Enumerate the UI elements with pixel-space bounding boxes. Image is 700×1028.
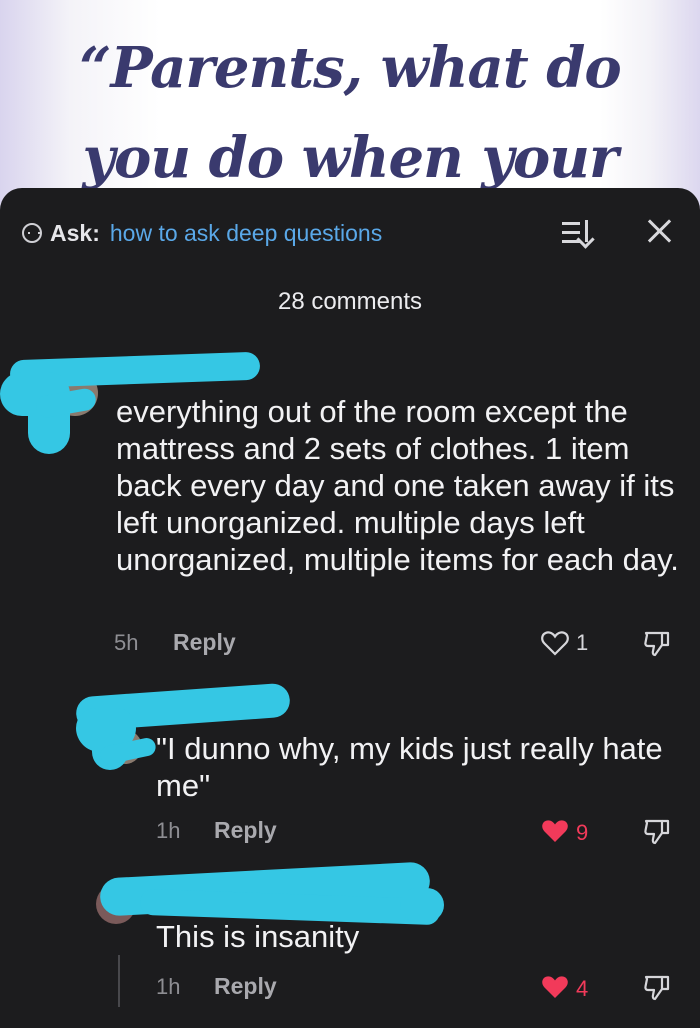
comment-text: everything out of the room except the ma… bbox=[116, 394, 679, 577]
comment-bubble-icon bbox=[22, 223, 42, 243]
heart-icon[interactable] bbox=[541, 630, 569, 656]
ask-label: Ask: bbox=[50, 219, 100, 246]
close-icon[interactable] bbox=[643, 214, 677, 248]
dislike-icon[interactable] bbox=[642, 972, 672, 1002]
comment-time: 5h bbox=[114, 630, 139, 655]
dislike-icon[interactable] bbox=[642, 816, 672, 846]
dislike-icon[interactable] bbox=[642, 628, 672, 658]
like-count: 4 bbox=[576, 976, 589, 1001]
background-headline-line1: “Parents, what do bbox=[79, 35, 621, 101]
reply-button[interactable]: Reply bbox=[173, 629, 236, 656]
comment-time: 1h bbox=[156, 974, 181, 999]
like-count: 1 bbox=[576, 630, 589, 655]
comment-time: 1h bbox=[156, 818, 181, 843]
reply-button[interactable]: Reply bbox=[214, 817, 277, 844]
thread-line bbox=[118, 955, 120, 1007]
ask-search-link[interactable]: Ask: how to ask deep questions bbox=[22, 218, 382, 248]
background-headline-line2: you do when your bbox=[82, 125, 619, 191]
comment-count: 28 comments bbox=[277, 288, 423, 315]
comment-text: "I dunno why, my kids just really hate m… bbox=[156, 731, 663, 803]
ask-query-link[interactable]: how to ask deep questions bbox=[110, 220, 382, 247]
comment-text: This is insanity bbox=[156, 919, 360, 954]
like-count: 9 bbox=[576, 820, 589, 845]
redaction-scribble bbox=[400, 888, 444, 922]
heart-icon[interactable] bbox=[541, 818, 569, 844]
sort-icon[interactable] bbox=[562, 220, 596, 249]
heart-icon[interactable] bbox=[541, 974, 569, 1000]
reply-button[interactable]: Reply bbox=[214, 973, 277, 1000]
